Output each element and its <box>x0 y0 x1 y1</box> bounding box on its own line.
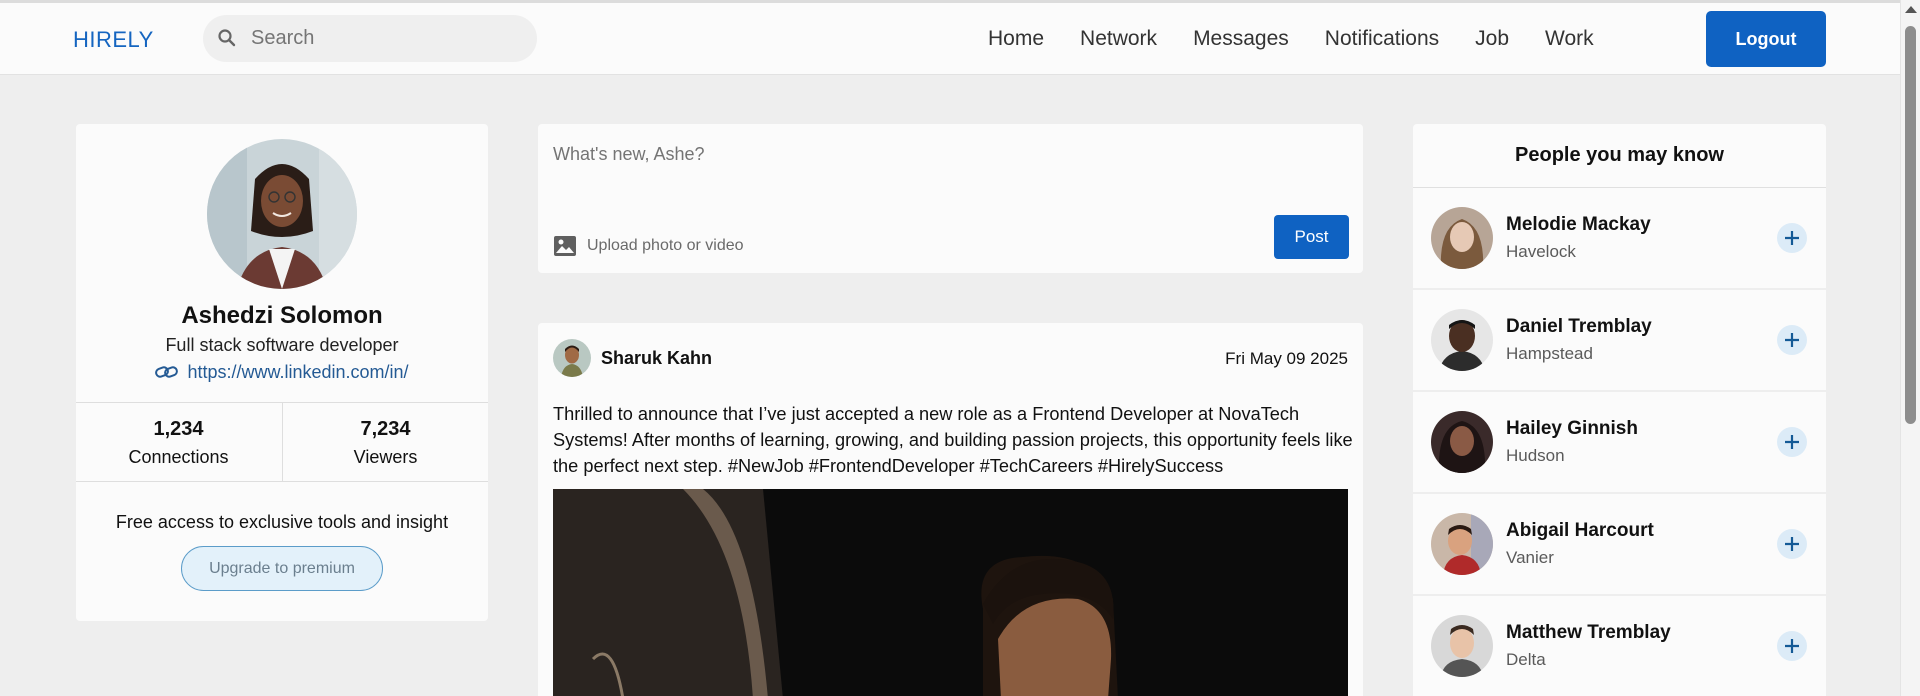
top-navbar: HIRELY Home Network Messages Notificatio… <box>0 3 1900 75</box>
suggestion-avatar[interactable] <box>1431 411 1493 473</box>
nav-notifications[interactable]: Notifications <box>1325 27 1439 51</box>
people-header: People you may know <box>1413 124 1826 188</box>
plus-icon <box>1785 537 1799 551</box>
post-button[interactable]: Post <box>1274 215 1349 259</box>
profile-avatar[interactable] <box>207 139 357 289</box>
profile-stats: 1,234 Connections 7,234 Viewers <box>76 402 488 482</box>
suggestion-item[interactable]: Melodie Mackay Havelock <box>1413 188 1826 288</box>
nav-network[interactable]: Network <box>1080 27 1157 51</box>
suggestion-avatar[interactable] <box>1431 615 1493 677</box>
plus-icon <box>1785 333 1799 347</box>
suggestion-name[interactable]: Melodie Mackay <box>1506 214 1651 236</box>
suggestion-item[interactable]: Daniel Tremblay Hampstead <box>1413 290 1826 390</box>
suggestion-name[interactable]: Matthew Tremblay <box>1506 622 1671 644</box>
feed-post: Sharuk Kahn Fri May 09 2025 Thrilled to … <box>538 323 1363 696</box>
suggestion-avatar[interactable] <box>1431 513 1493 575</box>
scroll-up-arrow-icon[interactable] <box>1905 6 1917 13</box>
upgrade-premium-button[interactable]: Upgrade to premium <box>181 546 383 591</box>
viewers-label: Viewers <box>353 447 418 467</box>
profile-name[interactable]: Ashedzi Solomon <box>76 302 488 330</box>
scrollbar-thumb[interactable] <box>1905 26 1916 424</box>
connections-count: 1,234 <box>153 418 204 440</box>
post-date: Fri May 09 2025 <box>1225 349 1348 368</box>
app-logo[interactable]: HIRELY <box>73 27 154 53</box>
suggestion-avatar[interactable] <box>1431 207 1493 269</box>
suggestion-location: Delta <box>1506 650 1546 669</box>
page-scrollbar[interactable] <box>1900 0 1920 696</box>
nav-home[interactable]: Home <box>988 27 1044 51</box>
suggestion-location: Vanier <box>1506 548 1554 567</box>
plus-icon <box>1785 639 1799 653</box>
connections-label: Connections <box>128 447 229 467</box>
suggestion-item[interactable]: Abigail Harcourt Vanier <box>1413 494 1826 594</box>
post-composer: Upload photo or video Post <box>538 124 1363 273</box>
profile-headline: Full stack software developer <box>165 335 399 355</box>
profile-card: Ashedzi Solomon Full stack software deve… <box>76 124 488 621</box>
profile-link[interactable]: https://www.linkedin.com/in/ <box>187 362 408 382</box>
post-author-avatar[interactable] <box>553 339 591 377</box>
premium-promo-text: Free access to exclusive tools and insig… <box>115 512 449 532</box>
people-you-may-know: People you may know Melodie Mackay Havel… <box>1413 124 1826 696</box>
add-connection-button[interactable] <box>1777 325 1807 355</box>
suggestion-location: Havelock <box>1506 242 1576 261</box>
search-box[interactable] <box>203 15 537 62</box>
plus-icon <box>1785 231 1799 245</box>
image-icon <box>554 236 576 256</box>
add-connection-button[interactable] <box>1777 631 1807 661</box>
viewers-count: 7,234 <box>360 418 411 440</box>
add-connection-button[interactable] <box>1777 529 1807 559</box>
nav-messages[interactable]: Messages <box>1193 27 1289 51</box>
suggestion-item[interactable]: Hailey Ginnish Hudson <box>1413 392 1826 492</box>
post-image[interactable] <box>553 489 1348 696</box>
connections-stat[interactable]: 1,234 Connections <box>76 403 281 481</box>
people-title: People you may know <box>1515 144 1724 166</box>
suggestion-avatar[interactable] <box>1431 309 1493 371</box>
add-connection-button[interactable] <box>1777 427 1807 457</box>
suggestion-name[interactable]: Abigail Harcourt <box>1506 520 1654 542</box>
add-connection-button[interactable] <box>1777 223 1807 253</box>
logout-button[interactable]: Logout <box>1706 11 1826 67</box>
search-icon <box>218 29 236 47</box>
nav-job[interactable]: Job <box>1475 27 1509 51</box>
viewers-stat[interactable]: 7,234 Viewers <box>282 403 488 481</box>
plus-icon <box>1785 435 1799 449</box>
upload-label: Upload photo or video <box>587 237 744 254</box>
main-nav: Home Network Messages Notifications Job … <box>988 3 1630 74</box>
profile-link-row[interactable]: https://www.linkedin.com/in/ <box>76 362 488 383</box>
suggestion-name[interactable]: Daniel Tremblay <box>1506 316 1652 338</box>
post-author-name[interactable]: Sharuk Kahn <box>601 348 712 369</box>
suggestion-item[interactable]: Matthew Tremblay Delta <box>1413 596 1826 696</box>
link-icon <box>155 366 179 378</box>
post-body: Thrilled to announce that I’ve just acce… <box>553 404 1353 476</box>
search-input[interactable] <box>243 15 523 62</box>
composer-input[interactable] <box>553 141 1253 167</box>
nav-work[interactable]: Work <box>1545 27 1594 51</box>
suggestion-location: Hudson <box>1506 446 1565 465</box>
suggestion-name[interactable]: Hailey Ginnish <box>1506 418 1638 440</box>
suggestion-location: Hampstead <box>1506 344 1593 363</box>
upload-media[interactable]: Upload photo or video <box>553 234 744 258</box>
